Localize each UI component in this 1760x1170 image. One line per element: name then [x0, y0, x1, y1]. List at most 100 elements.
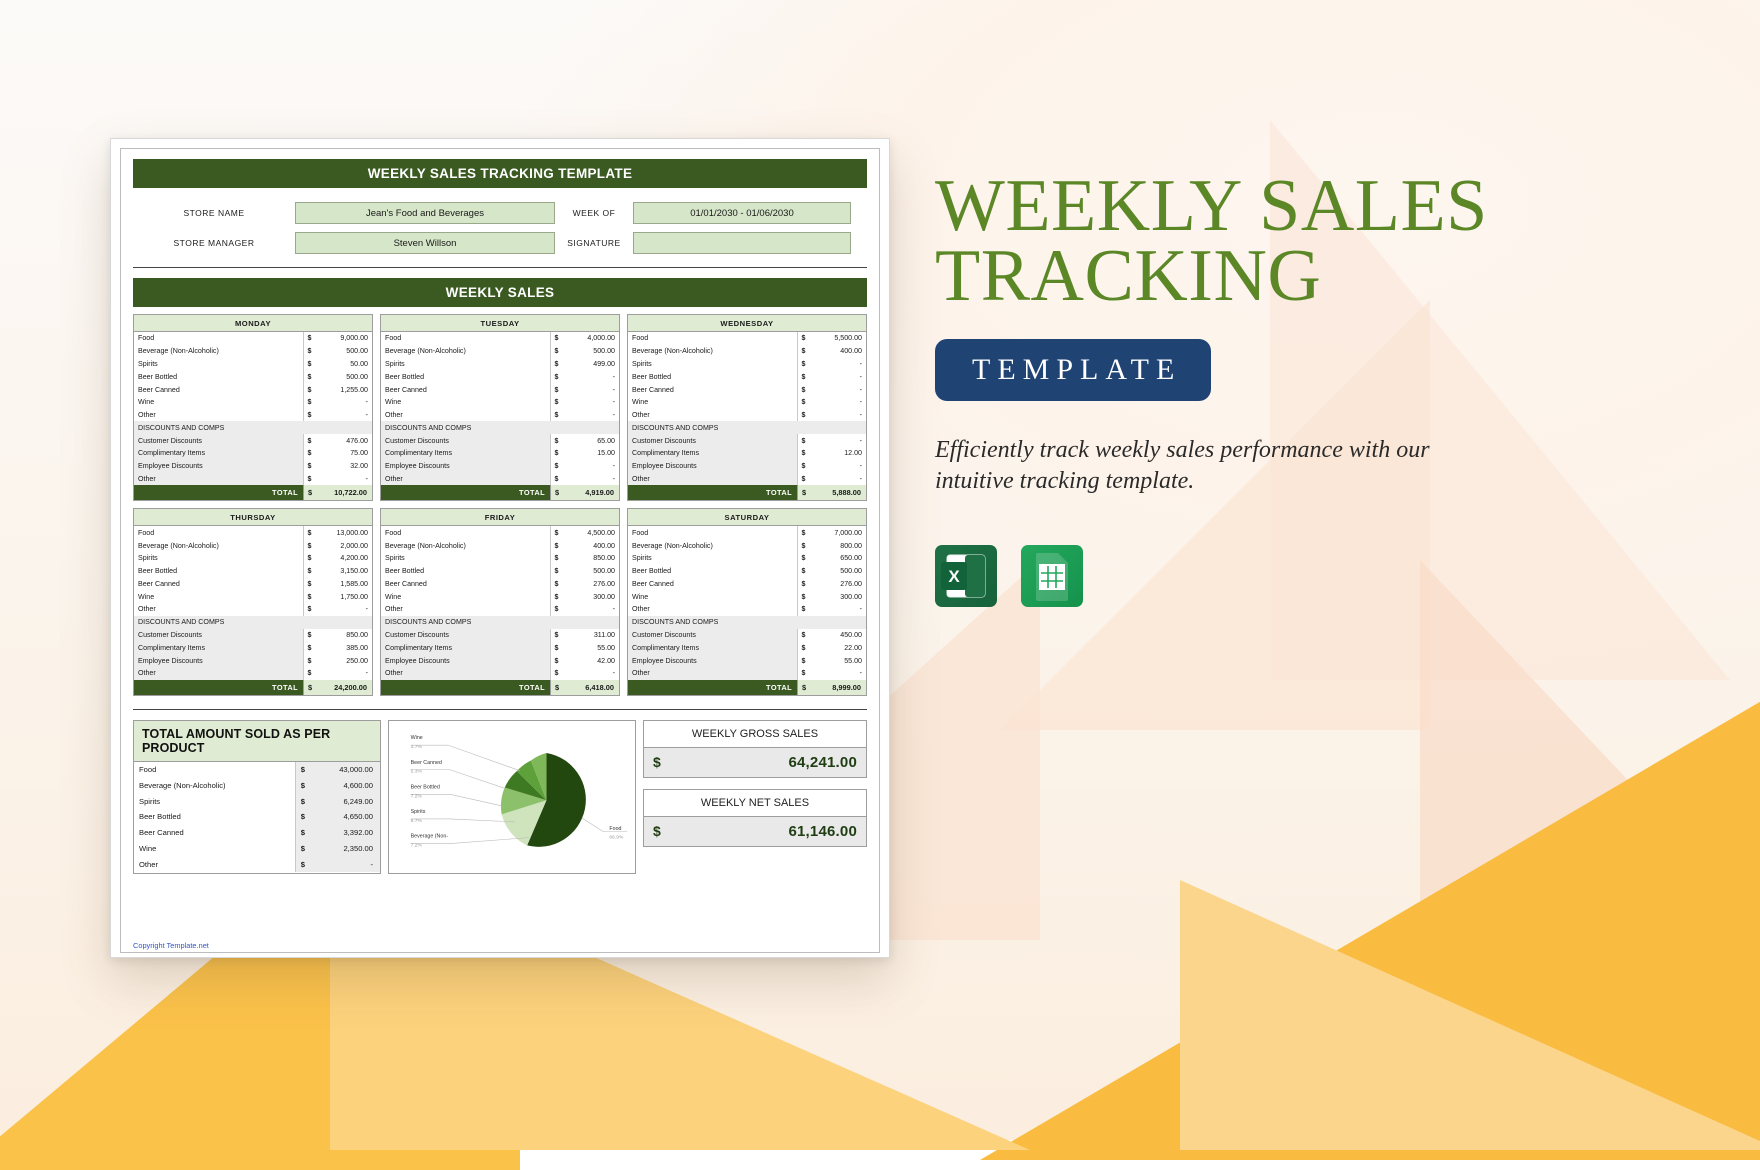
table-row: Employee Discounts $ -: [381, 459, 619, 473]
currency-symbol: $: [549, 526, 563, 540]
amount-cell[interactable]: -: [316, 409, 372, 422]
amount-cell[interactable]: -: [563, 666, 619, 680]
currency-symbol: $: [302, 628, 316, 642]
amount-cell[interactable]: 400.00: [563, 539, 619, 552]
amount-cell[interactable]: -: [316, 396, 372, 409]
amount-cell[interactable]: 65.00: [563, 434, 619, 448]
amount-cell[interactable]: 500.00: [810, 565, 866, 578]
amount-cell[interactable]: 55.00: [563, 641, 619, 655]
amount-cell[interactable]: -: [810, 603, 866, 616]
currency-symbol: $: [796, 332, 810, 345]
amount-cell[interactable]: -: [810, 383, 866, 396]
callout-label-beverage: Beverage (Non-: [411, 833, 449, 839]
currency-symbol: $: [796, 654, 810, 667]
amount-cell[interactable]: -: [563, 409, 619, 422]
amount-cell[interactable]: 276.00: [563, 578, 619, 591]
amount-cell[interactable]: -: [563, 370, 619, 383]
table-row: Customer Discounts $ -: [628, 434, 866, 448]
amount-cell[interactable]: -: [810, 459, 866, 473]
amount-cell[interactable]: 311.00: [563, 628, 619, 642]
amount-cell[interactable]: 850.00: [316, 628, 372, 642]
day-header: WEDNESDAY: [628, 315, 866, 332]
product-total-label: Beer Bottled: [139, 812, 181, 822]
product-label: Beverage (Non-Alcoholic): [138, 347, 219, 356]
table-row: Wine $ -: [628, 395, 866, 409]
amount-cell[interactable]: 9,000.00: [316, 332, 372, 345]
excel-icon[interactable]: X: [935, 545, 997, 608]
amount-cell[interactable]: 650.00: [810, 552, 866, 565]
amount-cell[interactable]: -: [563, 396, 619, 409]
amount-cell[interactable]: 42.00: [563, 654, 619, 667]
currency-symbol: $: [549, 408, 563, 422]
currency-symbol: $: [294, 824, 310, 841]
amount-cell[interactable]: 500.00: [563, 345, 619, 358]
currency-symbol: $: [302, 408, 316, 422]
amount-cell[interactable]: -: [810, 396, 866, 409]
amount-cell[interactable]: 1,255.00: [316, 383, 372, 396]
amount-cell[interactable]: -: [810, 370, 866, 383]
discount-label: Employee Discounts: [134, 459, 303, 473]
amount-cell[interactable]: 55.00: [810, 654, 866, 667]
currency-symbol: $: [294, 840, 310, 857]
amount-cell[interactable]: 500.00: [316, 345, 372, 358]
currency-symbol: $: [796, 526, 810, 540]
amount-cell[interactable]: 500.00: [563, 565, 619, 578]
amount-cell[interactable]: 12.00: [810, 447, 866, 460]
store-manager-field[interactable]: Steven Willson: [295, 232, 555, 254]
amount-cell[interactable]: 400.00: [810, 345, 866, 358]
currency-symbol: $: [303, 679, 316, 695]
amount-cell[interactable]: 1,750.00: [316, 590, 372, 603]
amount-cell[interactable]: 499.00: [563, 358, 619, 371]
amount-cell[interactable]: -: [810, 472, 866, 486]
amount-cell[interactable]: -: [316, 603, 372, 616]
amount-cell[interactable]: -: [563, 472, 619, 486]
amount-cell[interactable]: 15.00: [563, 447, 619, 460]
amount-cell[interactable]: 3,150.00: [316, 565, 372, 578]
amount-cell[interactable]: -: [563, 383, 619, 396]
amount-cell[interactable]: 250.00: [316, 654, 372, 667]
amount-cell[interactable]: 300.00: [810, 590, 866, 603]
amount-cell[interactable]: 32.00: [316, 459, 372, 473]
day-card: MONDAY Food $9,000.00 Beverage (Non-Alcohol…: [133, 314, 373, 502]
google-sheets-icon[interactable]: [1021, 545, 1083, 608]
table-row: Complimentary Items $22.00: [628, 641, 866, 655]
weekly-sales-summary: WEEKLY GROSS SALES $ 64,241.00 WEEKLY NE…: [643, 719, 867, 875]
amount-cell[interactable]: 385.00: [316, 641, 372, 655]
amount-cell[interactable]: -: [810, 409, 866, 422]
store-name-field[interactable]: Jean's Food and Beverages: [295, 202, 555, 224]
amount-cell[interactable]: 450.00: [810, 628, 866, 642]
amount-cell[interactable]: 500.00: [316, 370, 372, 383]
copyright-link[interactable]: Copyright Template.net: [133, 941, 209, 950]
amount-cell[interactable]: -: [810, 666, 866, 680]
amount-cell[interactable]: -: [316, 666, 372, 680]
week-of-field[interactable]: 01/01/2030 - 01/06/2030: [633, 202, 851, 224]
amount-cell[interactable]: -: [810, 358, 866, 371]
amount-cell[interactable]: 7,000.00: [810, 526, 866, 539]
amount-cell[interactable]: -: [810, 434, 866, 448]
amount-cell[interactable]: 850.00: [563, 552, 619, 565]
amount-cell[interactable]: -: [563, 459, 619, 473]
product-label: Beverage (Non-Alcoholic): [385, 347, 466, 356]
amount-cell[interactable]: 4,200.00: [316, 552, 372, 565]
amount-cell[interactable]: 75.00: [316, 447, 372, 460]
amount-cell[interactable]: 2,000.00: [316, 539, 372, 552]
amount-cell[interactable]: 4,500.00: [563, 526, 619, 539]
amount-cell[interactable]: 50.00: [316, 358, 372, 371]
amount-cell[interactable]: 1,585.00: [316, 578, 372, 591]
amount-cell[interactable]: 300.00: [563, 590, 619, 603]
amount-cell[interactable]: 800.00: [810, 539, 866, 552]
table-row: Beer Canned $1,585.00: [134, 577, 372, 591]
amount-cell[interactable]: 4,000.00: [563, 332, 619, 345]
signature-field[interactable]: [633, 232, 851, 254]
amount-cell[interactable]: 13,000.00: [316, 526, 372, 539]
currency-symbol: $: [302, 459, 316, 473]
amount-cell[interactable]: -: [316, 472, 372, 486]
currency-symbol: $: [302, 603, 316, 616]
discounts-section-header-row: DISCOUNTS AND COMPS: [381, 615, 619, 629]
amount-cell[interactable]: 22.00: [810, 641, 866, 655]
amount-cell[interactable]: 5,500.00: [810, 332, 866, 345]
currency-symbol: $: [796, 590, 810, 604]
amount-cell[interactable]: 476.00: [316, 434, 372, 448]
amount-cell[interactable]: -: [563, 603, 619, 616]
amount-cell[interactable]: 276.00: [810, 578, 866, 591]
